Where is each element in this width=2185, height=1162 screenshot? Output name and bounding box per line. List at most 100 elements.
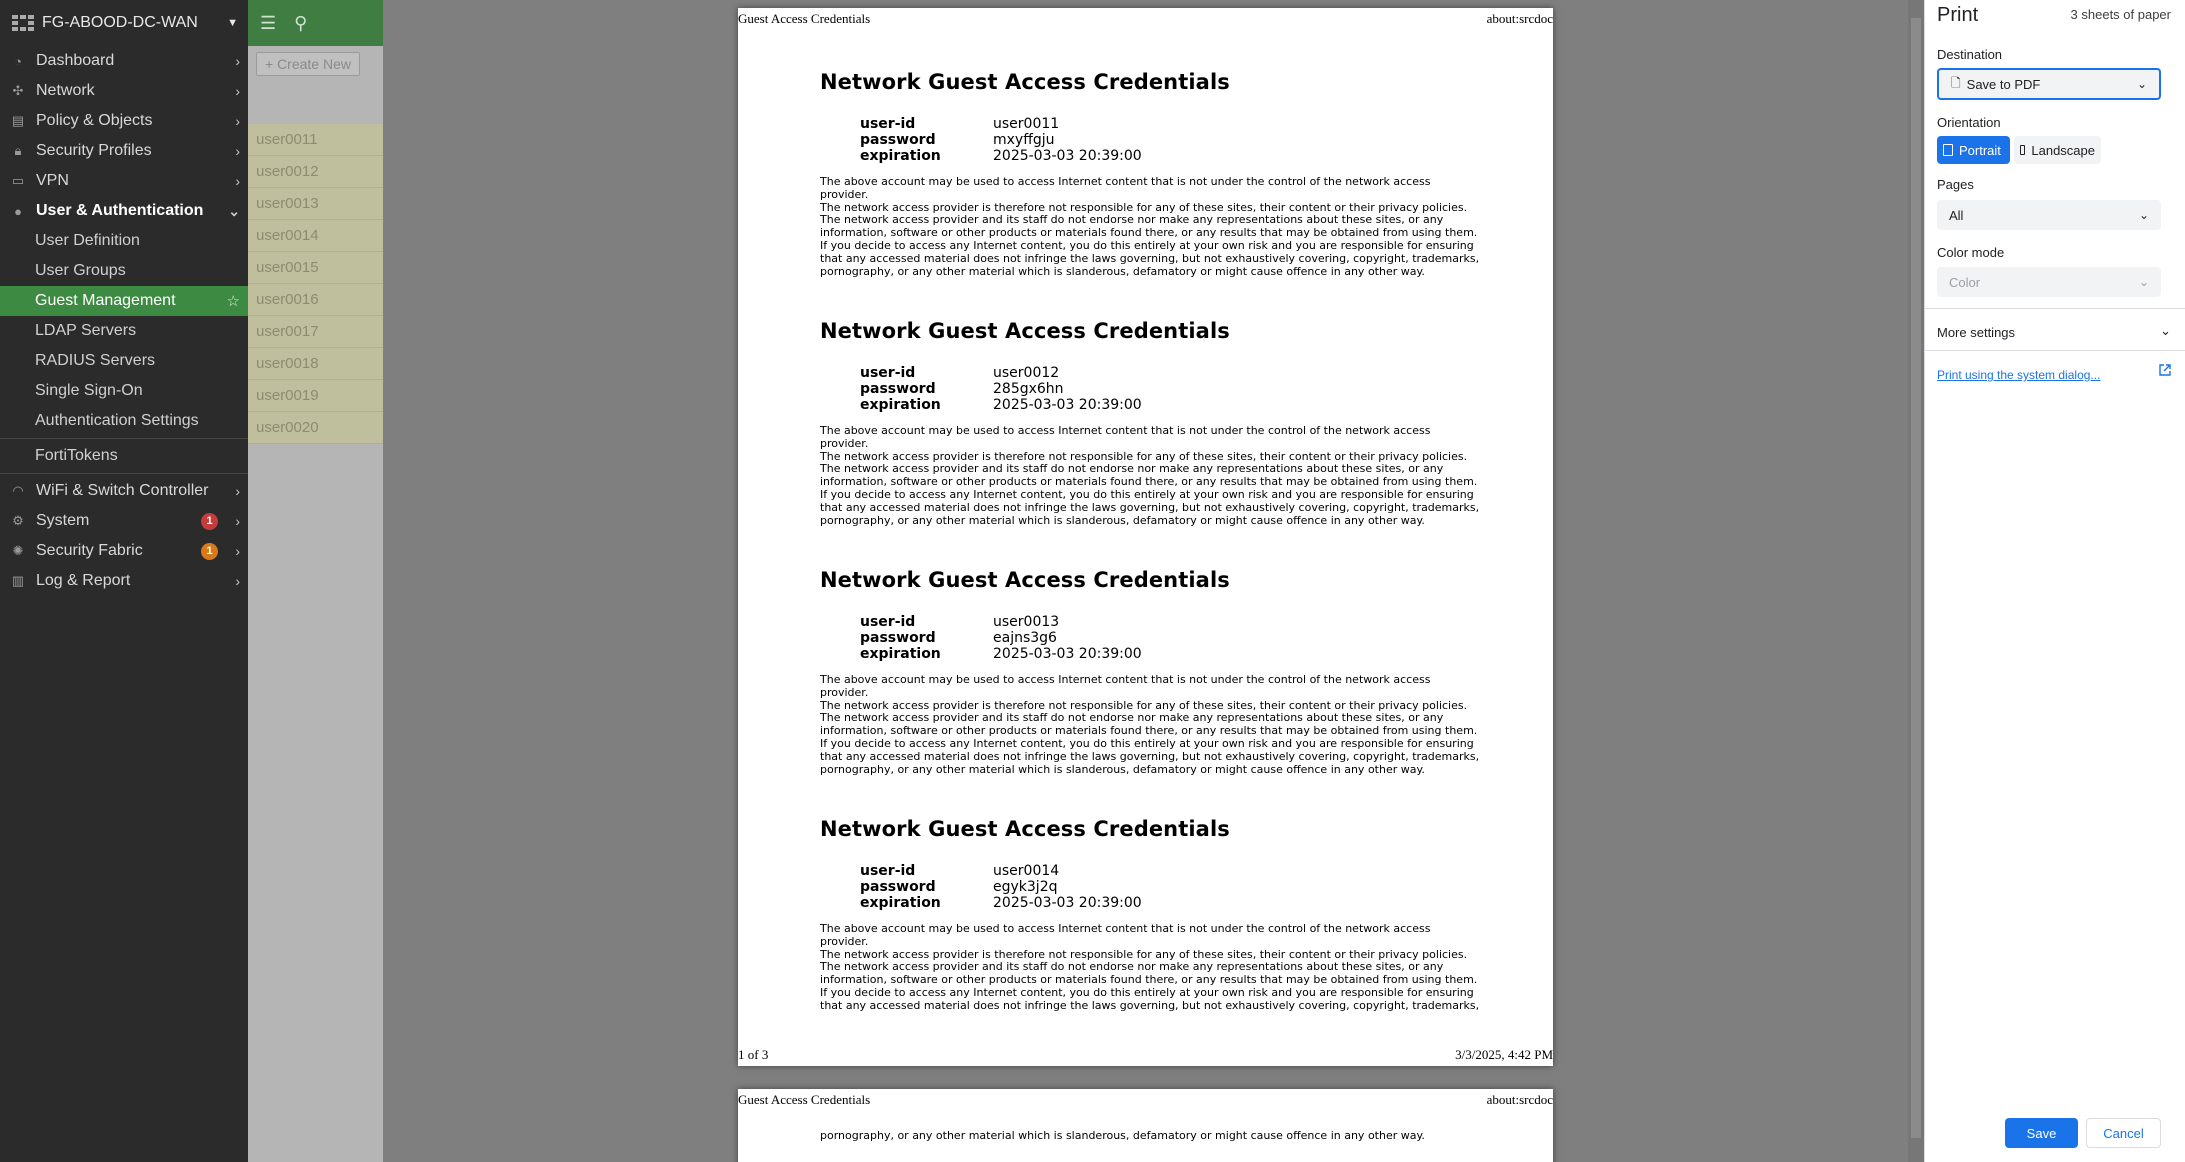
chevron-down-icon: ⌄ [2138, 275, 2149, 289]
expiration-label: expiration [860, 397, 941, 413]
pages-select[interactable]: All ⌄ [1937, 200, 2161, 230]
nav-ldap-servers[interactable]: LDAP Servers [0, 316, 248, 346]
nav-sub-label: User Definition [35, 232, 140, 249]
nav-radius-servers[interactable]: RADIUS Servers [0, 346, 248, 376]
credential-block: Network Guest Access Credentials user-id u… [820, 568, 1480, 776]
user-id-value: user0012 [993, 365, 1060, 381]
expiration-value: 2025-03-03 20:39:00 [993, 148, 1142, 164]
divider [0, 473, 248, 474]
app-content-dimmed: ☰ ⚲ + Create New user0011 user0012 user001… [248, 0, 383, 1162]
nav-wifi-switch[interactable]: ◠ WiFi & Switch Controller › [0, 476, 248, 506]
credential-heading: Network Guest Access Credentials [820, 817, 1230, 841]
nav-user-authentication[interactable]: ● User & Authentication ⌄ [0, 196, 248, 226]
destination-select[interactable]: 🗋 Save to PDF ⌄ [1937, 68, 2161, 100]
nav-user-definition[interactable]: User Definition [0, 226, 248, 256]
nav-network[interactable]: ✣ Network › [0, 76, 248, 106]
system-dialog-link[interactable]: Print using the system dialog... [1937, 368, 2100, 382]
gear-icon: ⚙ [12, 513, 24, 528]
password-label: password [860, 381, 936, 397]
star-icon[interactable]: ☆ [227, 292, 240, 310]
nav-authentication-settings[interactable]: Authentication Settings [0, 406, 248, 436]
table-row[interactable]: user0011 [248, 124, 383, 156]
credential-block: Network Guest Access Credentials user-id u… [820, 319, 1480, 527]
user-icon: ● [14, 203, 22, 219]
page-header-title: Guest Access Credentials [738, 1092, 871, 1107]
landscape-page-icon [2020, 145, 2026, 155]
expiration-value: 2025-03-03 20:39:00 [993, 646, 1142, 662]
chevron-right-icon: › [235, 573, 240, 589]
scrollbar-thumb[interactable] [1911, 18, 1921, 1138]
chevron-right-icon: › [235, 143, 240, 159]
chevron-down-icon[interactable]: ⌄ [2160, 323, 2171, 339]
preview-scrollbar[interactable] [1908, 0, 1924, 1162]
dashboard-icon: ◔ [14, 53, 22, 69]
nav-label: Log & Report [36, 572, 131, 589]
password-value: 285gx6hn [993, 381, 1064, 397]
portrait-button[interactable]: Portrait [1937, 136, 2010, 164]
chevron-right-icon: › [235, 83, 240, 99]
pages-value: All [1949, 207, 1964, 223]
device-selector[interactable]: FG-ABOOD-DC-WAN ▼ [0, 0, 248, 46]
nav-policy-objects[interactable]: ▤ Policy & Objects › [0, 106, 248, 136]
page-header-title: Guest Access Credentials [738, 11, 871, 26]
table-row[interactable]: user0012 [248, 156, 383, 188]
nav-user-groups[interactable]: User Groups [0, 256, 248, 286]
user-id-value: user0011 [993, 116, 1060, 132]
landscape-label: Landscape [2031, 142, 2095, 158]
table-row[interactable]: user0016 [248, 284, 383, 316]
nav-fortitokens[interactable]: FortiTokens [0, 441, 248, 471]
table-row[interactable]: user0014 [248, 220, 383, 252]
nav-sub-label: LDAP Servers [35, 322, 137, 339]
nav-label: Network [36, 82, 95, 99]
device-name: FG-ABOOD-DC-WAN [42, 14, 198, 31]
more-settings-toggle[interactable]: More settings [1937, 325, 2015, 340]
sheet-count: 3 sheets of paper [2070, 7, 2171, 22]
nav-dashboard[interactable]: ◔ Dashboard › [0, 46, 248, 76]
fortinet-logo-icon [12, 15, 34, 31]
expiration-value: 2025-03-03 20:39:00 [993, 895, 1142, 911]
table-row[interactable]: user0013 [248, 188, 383, 220]
password-value: mxyffgju [993, 132, 1055, 148]
nav-sub-label: RADIUS Servers [35, 352, 156, 369]
notification-badge: 1 [201, 512, 218, 530]
notification-badge: 1 [201, 542, 218, 560]
color-mode-select[interactable]: Color ⌄ [1937, 267, 2161, 297]
landscape-button[interactable]: Landscape [2014, 136, 2101, 164]
table-row[interactable]: user0019 [248, 380, 383, 412]
table-row[interactable]: user0020 [248, 412, 383, 444]
nav-log-report[interactable]: ▥ Log & Report › [0, 566, 248, 596]
table-row[interactable]: user0018 [248, 348, 383, 380]
external-link-icon[interactable] [2159, 364, 2171, 376]
lock-icon: 🔒︎ [14, 143, 22, 158]
password-label: password [860, 630, 936, 646]
nav-system[interactable]: ⚙ System 1 › [0, 506, 248, 536]
preview-page-2: Guest Access Credentials about:srcdoc po… [738, 1089, 1553, 1162]
nav-sub-label: Guest Management [35, 292, 176, 309]
chevron-right-icon: › [235, 513, 240, 529]
table-row[interactable]: user0017 [248, 316, 383, 348]
nav-label: Security Profiles [36, 142, 152, 159]
laptop-icon: ▭ [11, 173, 25, 188]
expiration-label: expiration [860, 895, 941, 911]
cancel-button[interactable]: Cancel [2086, 1118, 2161, 1148]
print-dialog: Print 3 sheets of paper Destination 🗋 Sa… [1924, 0, 2185, 1162]
chart-icon: ▥ [11, 573, 25, 588]
hamburger-menu-icon[interactable]: ☰ [260, 13, 276, 34]
search-icon[interactable]: ⚲ [294, 13, 307, 34]
save-button[interactable]: Save [2005, 1118, 2078, 1148]
nav-sub-label: Authentication Settings [35, 412, 199, 429]
nav-security-fabric[interactable]: ✺ Security Fabric 1 › [0, 536, 248, 566]
nav-security-profiles[interactable]: 🔒︎ Security Profiles › [0, 136, 248, 166]
disclaimer-continued: pornography, or any other material which… [820, 1129, 1425, 1142]
password-label: password [860, 879, 936, 895]
nav-vpn[interactable]: ▭ VPN › [0, 166, 248, 196]
nav-single-sign-on[interactable]: Single Sign-On [0, 376, 248, 406]
table-row[interactable]: user0015 [248, 252, 383, 284]
create-new-button[interactable]: + Create New [256, 52, 360, 76]
policy-icon: ▤ [11, 113, 25, 128]
nav-label: User & Authentication [36, 202, 204, 219]
nav-guest-management[interactable]: Guest Management ☆ [0, 286, 248, 316]
fabric-icon: ✺ [12, 543, 24, 558]
chevron-right-icon: › [235, 543, 240, 559]
print-preview[interactable]: Guest Access Credentials about:srcdoc Ne… [383, 0, 1908, 1162]
